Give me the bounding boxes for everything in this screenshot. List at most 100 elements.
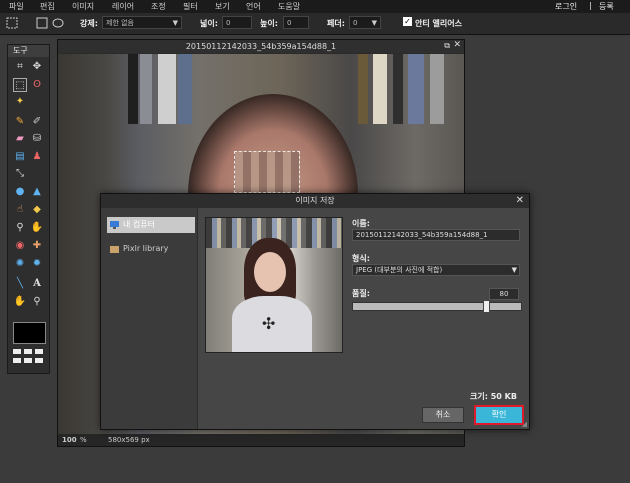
spot-heal-icon[interactable]: ✚ [30, 239, 44, 253]
tools-panel: 도구 ⌗ ✥ ⬚ ʘ ✦ ✎ ✐ ▰ ⛁ ▤ ♟ ⤡ ● ▲ ☝ ◆ ⚲ ✋ ◉… [7, 44, 50, 374]
cancel-button[interactable]: 취소 [422, 407, 464, 423]
line-icon[interactable]: ╲ [13, 277, 27, 291]
bloat-icon[interactable]: ✺ [13, 257, 27, 271]
antialias-label: 안티 앨리어스 [415, 19, 462, 28]
menu-bar: 파일 편집 이미지 레이어 조정 필터 보기 언어 도움말 로그인 | 등록 [0, 0, 630, 13]
ok-button[interactable]: 확인 [474, 405, 524, 425]
sidebar-item-label: Pixlr library [123, 244, 169, 253]
quality-slider-thumb[interactable] [482, 300, 490, 313]
file-size: 크기: 50 KB [470, 392, 517, 401]
pinch-icon[interactable]: ✹ [30, 257, 44, 271]
feather-label: 페더: [327, 19, 345, 28]
antialias-checkbox[interactable]: ✓ [403, 17, 412, 26]
marquee-icon[interactable] [6, 17, 18, 29]
zoom-unit: % [80, 436, 87, 444]
redeye-icon[interactable]: ◉ [13, 239, 27, 253]
width-label: 넓이: [200, 19, 218, 28]
menu-filter[interactable]: 필터 [183, 1, 198, 12]
bucket-icon[interactable]: ⛁ [30, 132, 44, 146]
close-icon[interactable]: ✕ [453, 40, 461, 50]
register-link[interactable]: 등록 [599, 1, 614, 12]
marquee-tool-icon[interactable]: ⬚ [13, 78, 27, 92]
shirt-logo-icon: ✣ [262, 314, 276, 333]
height-input[interactable]: 0 [283, 16, 309, 29]
computer-icon [110, 221, 119, 229]
menu-adjust[interactable]: 조정 [151, 1, 166, 12]
mosaic-selection[interactable] [234, 151, 300, 193]
tools-header: 도구 [8, 45, 49, 57]
style-value: 제한 없음 [106, 19, 134, 27]
zoom-level[interactable]: 100 [62, 436, 77, 444]
style-label: 강제: [80, 19, 98, 28]
finger-icon[interactable]: ☝ [13, 203, 27, 217]
dialog-sidebar: 내 컴퓨터 Pixlr library [101, 208, 198, 429]
text-icon[interactable]: A [30, 277, 44, 291]
rect-select-icon[interactable] [36, 17, 48, 29]
move-icon[interactable]: ✥ [30, 60, 44, 74]
menu-file[interactable]: 파일 [9, 1, 24, 12]
format-value: JPEG (대부분의 사진에 적합) [356, 266, 443, 274]
quality-slider[interactable] [352, 300, 522, 313]
crop-icon[interactable]: ⌗ [13, 60, 27, 74]
dialog-title: 이미지 저장 [101, 194, 529, 208]
image-preview: ✣ [205, 217, 343, 353]
chevron-down-icon: ▼ [172, 19, 178, 27]
menu-language[interactable]: 언어 [246, 1, 261, 12]
burn-icon[interactable]: ✋ [30, 221, 44, 235]
feather-select[interactable]: 0 ▼ [349, 16, 381, 29]
menu-edit[interactable]: 편집 [40, 1, 55, 12]
grid-view-icon[interactable] [35, 349, 43, 354]
quality-input[interactable]: 80 [489, 288, 519, 300]
grid-view-icon[interactable] [24, 349, 32, 354]
drop-icon[interactable]: ● [13, 185, 27, 199]
format-label: 형식: [352, 254, 370, 263]
wand-icon[interactable]: ✦ [13, 95, 27, 109]
grid-view-icon[interactable] [24, 358, 32, 363]
zoom-icon[interactable]: ⚲ [30, 295, 44, 309]
format-select[interactable]: JPEG (대부분의 사진에 적합) ▼ [352, 264, 520, 276]
menu-image[interactable]: 이미지 [72, 1, 94, 12]
save-image-dialog: 이미지 저장 ✕ 내 컴퓨터 Pixlr library ✣ 이름: 20150… [100, 193, 530, 430]
feather-value: 0 [353, 19, 358, 27]
grid-view-icon[interactable] [13, 358, 21, 363]
document-title: 20150112142033_54b359a154d88_1 [58, 40, 464, 53]
primary-color-swatch[interactable] [13, 322, 46, 344]
gradient-icon[interactable]: ▤ [13, 150, 27, 164]
sidebar-item-my-computer[interactable]: 내 컴퓨터 [107, 217, 195, 233]
chevron-down-icon: ▼ [511, 266, 517, 274]
height-label: 높이: [260, 19, 278, 28]
ellipse-select-icon[interactable] [52, 17, 64, 29]
eraser-icon[interactable]: ▰ [13, 132, 27, 146]
picker-icon[interactable]: ⤡ [13, 167, 27, 181]
resize-grip-icon[interactable]: ◢ [522, 420, 527, 428]
stamp-icon[interactable]: ♟ [30, 150, 44, 164]
pencil-icon[interactable]: ✎ [13, 115, 27, 129]
brush-icon[interactable]: ✐ [30, 115, 44, 129]
style-select[interactable]: 제한 없음 ▼ [102, 16, 182, 29]
menu-help[interactable]: 도움말 [278, 1, 300, 12]
hand-icon[interactable]: ✋ [13, 295, 27, 309]
restore-icon[interactable]: ⧉ [444, 41, 450, 51]
chevron-down-icon: ▼ [371, 19, 377, 27]
grid-view-icon[interactable] [35, 358, 43, 363]
quality-label: 품질: [352, 289, 370, 298]
lasso-icon[interactable]: ʘ [30, 78, 44, 92]
library-icon [110, 246, 119, 253]
menu-divider: | [589, 1, 592, 10]
sidebar-item-pixlr-library[interactable]: Pixlr library [107, 241, 195, 257]
sidebar-item-label: 내 컴퓨터 [123, 220, 155, 229]
width-input[interactable]: 0 [222, 16, 252, 29]
sharpen-icon[interactable]: ▲ [30, 185, 44, 199]
menu-layer[interactable]: 레이어 [112, 1, 134, 12]
filename-input[interactable]: 20150112142033_54b359a154d88_1 [352, 229, 520, 241]
dodge-icon[interactable]: ⚲ [13, 221, 27, 235]
grid-view-icon[interactable] [13, 349, 21, 354]
status-bar: 100 % 580x569 px [58, 434, 464, 446]
login-link[interactable]: 로그인 [555, 1, 577, 12]
menu-view[interactable]: 보기 [215, 1, 230, 12]
sponge-icon[interactable]: ◆ [30, 203, 44, 217]
image-dimensions: 580x569 px [108, 436, 150, 444]
close-icon[interactable]: ✕ [516, 195, 524, 206]
options-bar: 강제: 제한 없음 ▼ 넓이: 0 높이: 0 페더: 0 ▼ ✓ 안티 앨리어스 [0, 13, 630, 35]
name-label: 이름: [352, 219, 370, 228]
